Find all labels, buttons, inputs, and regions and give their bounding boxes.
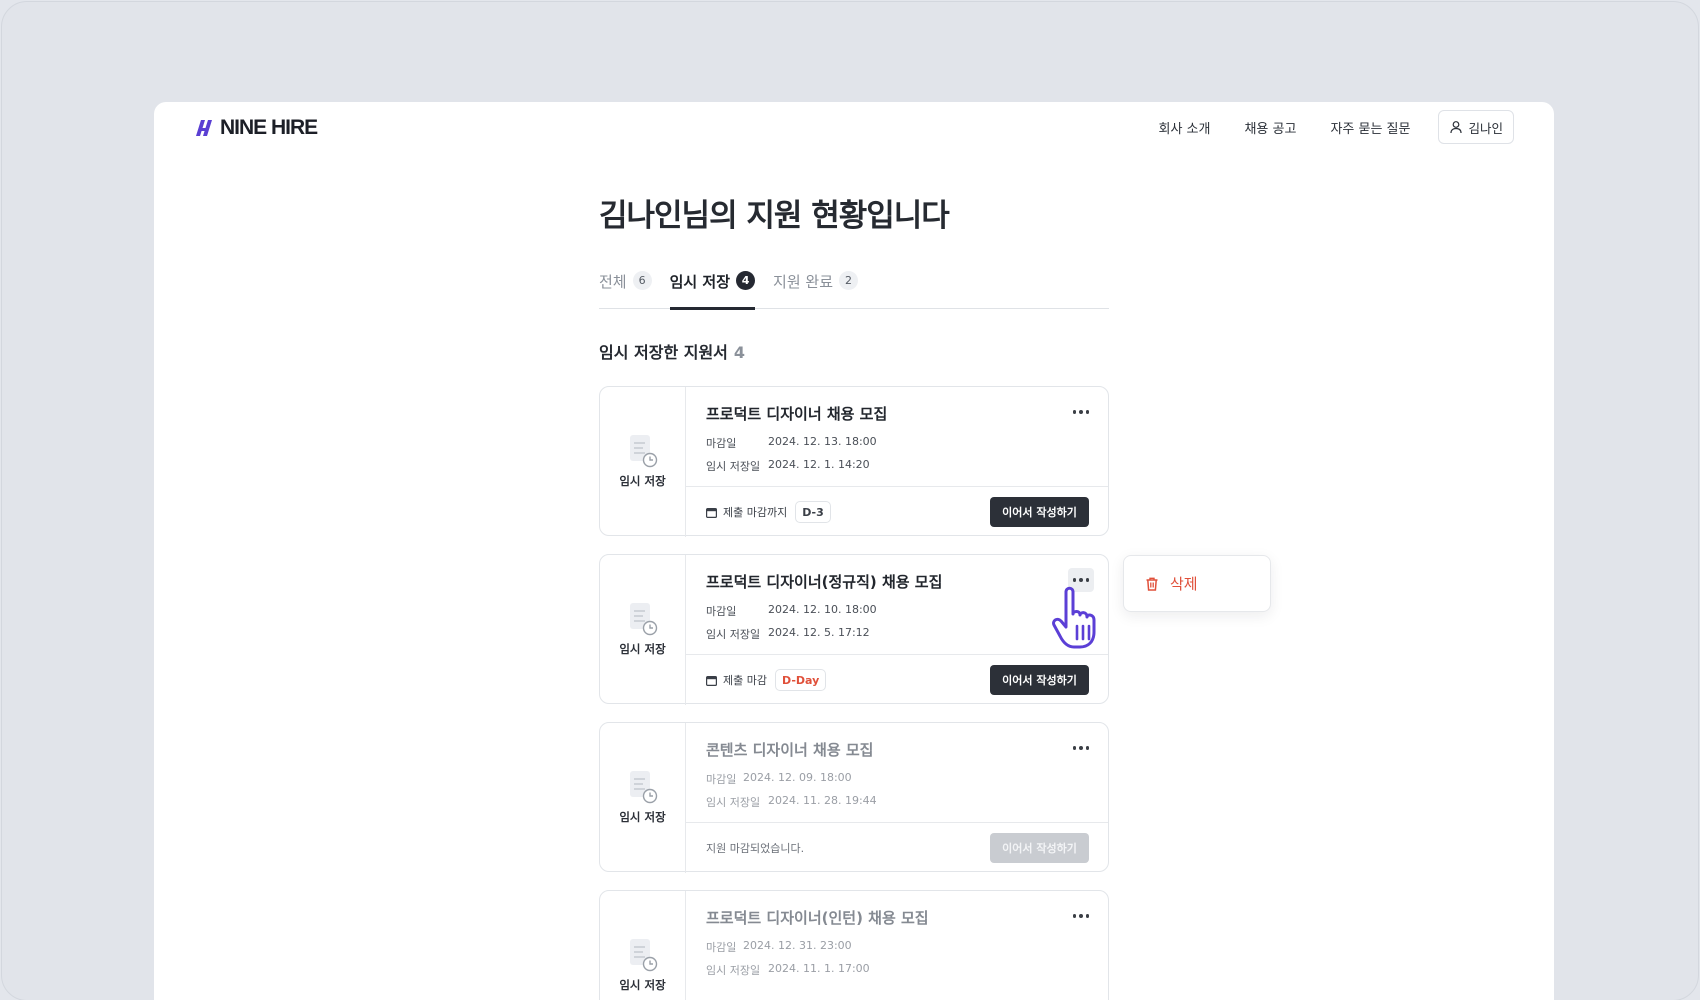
job-title[interactable]: 프로덕트 디자이너 채용 모집 bbox=[706, 403, 887, 424]
card-body: 프로덕트 디자이너(정규직) 채용 모집 마감일 2024. 12. 10. 1… bbox=[686, 555, 1108, 705]
saved-value: 2024. 12. 1. 14:20 bbox=[768, 458, 870, 471]
tab-all[interactable]: 전체 6 bbox=[599, 271, 652, 309]
status-tabs: 전체 6 임시 저장 4 지원 완료 2 bbox=[599, 271, 1109, 310]
card-options-popover: 삭제 bbox=[1123, 555, 1271, 612]
section-title-text: 임시 저장한 지원서 bbox=[599, 343, 728, 362]
countdown-text: 제출 마감 bbox=[723, 674, 767, 687]
card-footer: 제출 마감 D-Day 이어서 작성하기 bbox=[686, 654, 1108, 704]
card-status-label: 임시 저장 bbox=[619, 978, 666, 992]
document-clock-icon bbox=[629, 939, 657, 972]
deadline-countdown: 제출 마감 D-Day bbox=[706, 669, 827, 691]
section-count: 4 bbox=[733, 343, 746, 362]
tab-label: 전체 bbox=[599, 273, 627, 291]
trash-icon bbox=[1146, 577, 1158, 591]
tab-temp-saved[interactable]: 임시 저장 4 bbox=[669, 271, 756, 310]
saved-row: 임시 저장일 2024. 12. 5. 17:12 bbox=[706, 626, 870, 642]
document-clock-icon bbox=[629, 603, 657, 636]
saved-value: 2024. 11. 28. 19:44 bbox=[768, 794, 877, 807]
deadline-label: 마감일 bbox=[706, 437, 737, 450]
card-status: 임시 저장 bbox=[600, 723, 686, 873]
d-day-badge: D-Day bbox=[774, 669, 827, 691]
saved-label: 임시 저장일 bbox=[706, 628, 761, 641]
continue-writing-button[interactable]: 이어서 작성하기 bbox=[990, 665, 1089, 695]
card-status: 임시 저장 bbox=[600, 891, 686, 1000]
deadline-row: 마감일 2024. 12. 13. 18:00 bbox=[706, 435, 877, 451]
saved-label: 임시 저장일 bbox=[706, 460, 761, 473]
page: NINE HIRE 회사 소개 채용 공고 자주 묻는 질문 김나인 김나인님의… bbox=[154, 102, 1554, 1000]
tab-label: 지원 완료 bbox=[773, 273, 834, 291]
closed-message: 지원 마감되었습니다. bbox=[706, 842, 805, 855]
deadline-countdown: 제출 마감까지 D-3 bbox=[706, 501, 831, 523]
top-nav: 회사 소개 채용 공고 자주 묻는 질문 김나인 bbox=[1158, 110, 1514, 144]
tab-count: 6 bbox=[632, 271, 652, 290]
logo-mark-icon bbox=[196, 120, 212, 136]
nav-faq[interactable]: 자주 묻는 질문 bbox=[1330, 118, 1410, 137]
deadline-row: 마감일 2024. 12. 31. 23:00 bbox=[706, 939, 852, 955]
page-title: 김나인님의 지원 현황입니다 bbox=[599, 198, 950, 234]
main-content: 김나인님의 지원 현황입니다 전체 6 임시 저장 4 지원 완료 2 임시 저… bbox=[599, 190, 1109, 363]
saved-value: 2024. 12. 5. 17:12 bbox=[768, 626, 870, 639]
more-options-button[interactable] bbox=[1068, 904, 1094, 928]
pointer-hand-cursor-icon bbox=[1052, 586, 1096, 649]
saved-label: 임시 저장일 bbox=[706, 964, 761, 977]
deadline-label: 마감일 bbox=[706, 773, 737, 786]
card-status-label: 임시 저장 bbox=[619, 810, 666, 824]
tab-submitted[interactable]: 지원 완료 2 bbox=[773, 271, 859, 309]
deadline-value: 2024. 12. 31. 23:00 bbox=[743, 939, 852, 952]
calendar-icon bbox=[706, 675, 717, 686]
calendar-icon bbox=[706, 507, 717, 518]
application-card: 임시 저장 콘텐츠 디자이너 채용 모집 마감일 2024. 12. 09. 1… bbox=[599, 722, 1109, 873]
deadline-label: 마감일 bbox=[706, 941, 737, 954]
application-card: 임시 저장 프로덕트 디자이너(정규직) 채용 모집 마감일 2024. 12.… bbox=[599, 554, 1109, 705]
tab-count: 2 bbox=[839, 271, 859, 290]
card-footer: 제출 마감까지 D-3 이어서 작성하기 bbox=[686, 486, 1108, 536]
job-title[interactable]: 프로덕트 디자이너(정규직) 채용 모집 bbox=[706, 571, 942, 592]
card-body: 프로덕트 디자이너 채용 모집 마감일 2024. 12. 13. 18:00 … bbox=[686, 387, 1108, 537]
application-card: 임시 저장 프로덕트 디자이너(인턴) 채용 모집 마감일 2024. 12. … bbox=[599, 890, 1109, 1000]
d-day-badge: D-3 bbox=[795, 501, 831, 523]
card-body: 프로덕트 디자이너(인턴) 채용 모집 마감일 2024. 12. 31. 23… bbox=[706, 891, 1108, 1000]
document-clock-icon bbox=[629, 771, 657, 804]
saved-row: 임시 저장일 2024. 11. 28. 19:44 bbox=[706, 794, 877, 810]
saved-label: 임시 저장일 bbox=[706, 796, 761, 809]
countdown-text: 제출 마감까지 bbox=[723, 506, 788, 519]
saved-row: 임시 저장일 2024. 12. 1. 14:20 bbox=[706, 458, 870, 474]
user-name: 김나인 bbox=[1468, 120, 1503, 136]
more-options-button[interactable] bbox=[1068, 400, 1094, 424]
deadline-label: 마감일 bbox=[706, 605, 737, 618]
deadline-value: 2024. 12. 09. 18:00 bbox=[743, 771, 852, 784]
deadline-row: 마감일 2024. 12. 10. 18:00 bbox=[706, 603, 877, 619]
job-title[interactable]: 콘텐츠 디자이너 채용 모집 bbox=[706, 739, 873, 760]
application-card: 임시 저장 프로덕트 디자이너 채용 모집 마감일 2024. 12. 13. … bbox=[599, 386, 1109, 537]
user-menu-button[interactable]: 김나인 bbox=[1438, 110, 1514, 144]
continue-writing-button[interactable]: 이어서 작성하기 bbox=[990, 833, 1089, 863]
section-title: 임시 저장한 지원서 4 bbox=[599, 339, 1109, 363]
card-body: 콘텐츠 디자이너 채용 모집 마감일 2024. 12. 09. 18:00 임… bbox=[686, 723, 1108, 873]
logo-text: NINE HIRE bbox=[220, 116, 318, 139]
continue-writing-button[interactable]: 이어서 작성하기 bbox=[990, 497, 1089, 527]
card-footer: 지원 마감되었습니다. 이어서 작성하기 bbox=[686, 822, 1108, 872]
nav-job-postings[interactable]: 채용 공고 bbox=[1244, 118, 1296, 137]
card-status-label: 임시 저장 bbox=[619, 642, 666, 656]
user-icon bbox=[1450, 121, 1463, 134]
saved-row: 임시 저장일 2024. 11. 1. 17:00 bbox=[706, 962, 870, 978]
job-title[interactable]: 프로덕트 디자이너(인턴) 채용 모집 bbox=[706, 907, 929, 928]
document-clock-icon bbox=[629, 435, 657, 468]
logo[interactable]: NINE HIRE bbox=[194, 116, 318, 140]
deadline-row: 마감일 2024. 12. 09. 18:00 bbox=[706, 771, 852, 787]
card-status-label: 임시 저장 bbox=[619, 474, 666, 488]
more-options-button[interactable] bbox=[1068, 736, 1094, 760]
deadline-value: 2024. 12. 13. 18:00 bbox=[768, 435, 877, 448]
delete-menu-item[interactable]: 삭제 bbox=[1170, 573, 1198, 594]
tab-count: 4 bbox=[736, 271, 756, 290]
deadline-value: 2024. 12. 10. 18:00 bbox=[768, 603, 877, 616]
card-status: 임시 저장 bbox=[600, 555, 686, 705]
saved-value: 2024. 11. 1. 17:00 bbox=[768, 962, 870, 975]
tab-label: 임시 저장 bbox=[669, 273, 731, 291]
nav-company-intro[interactable]: 회사 소개 bbox=[1158, 118, 1210, 137]
card-status: 임시 저장 bbox=[600, 387, 686, 537]
